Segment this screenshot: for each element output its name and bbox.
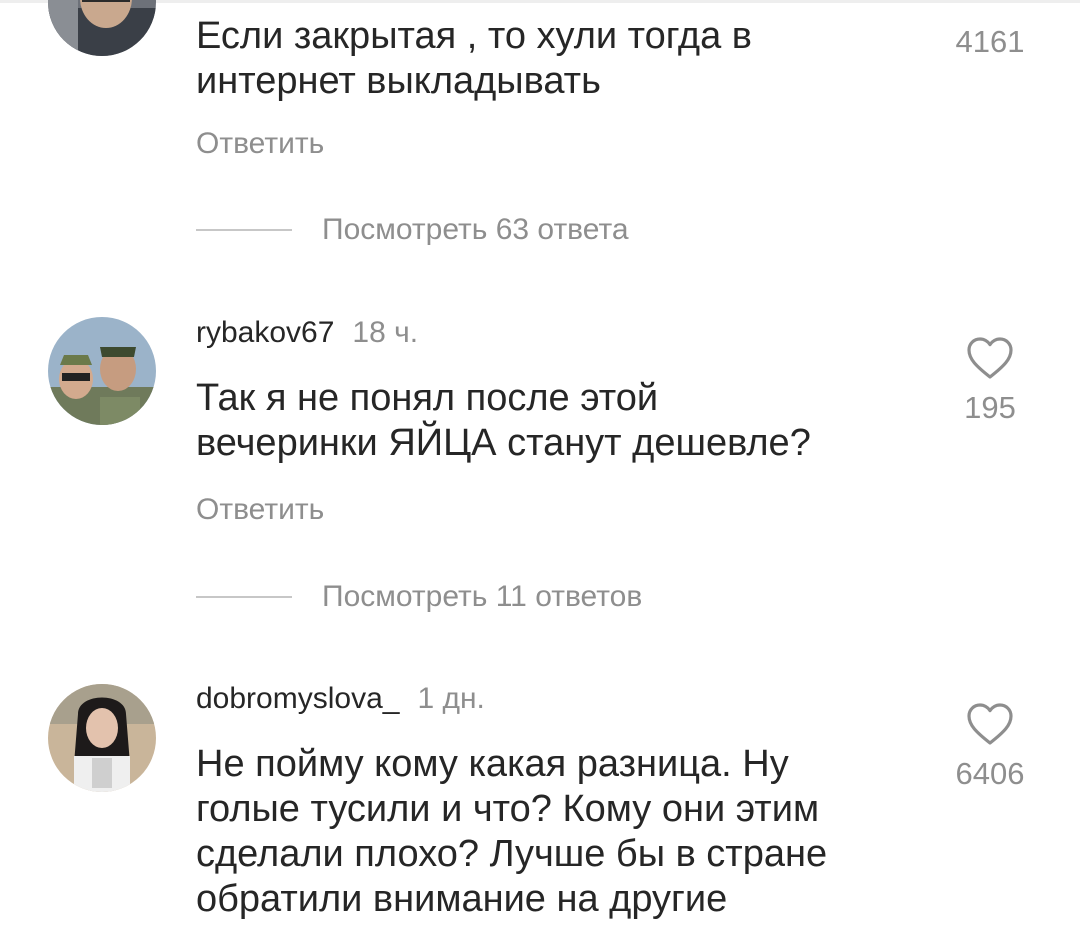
view-replies-button[interactable]: Посмотреть 63 ответа — [196, 210, 629, 250]
like-area: 4161 — [940, 0, 1040, 60]
comment-text: Так я не понял после этой вечеринки ЯЙЦА… — [196, 377, 811, 464]
avatar[interactable] — [48, 0, 156, 56]
heart-outline-icon[interactable] — [965, 336, 1015, 380]
replies-divider-line — [196, 596, 292, 598]
view-replies-label: Посмотреть 63 ответа — [322, 213, 629, 246]
reply-button[interactable]: Ответить — [196, 493, 324, 527]
comment-meta: rybakov67 18 ч. — [196, 316, 418, 350]
comment-text: Если закрытая , то хули тогда в интернет… — [196, 15, 752, 102]
like-count: 6406 — [955, 756, 1025, 791]
comment-meta: dobromyslova_ 1 дн. — [196, 682, 485, 716]
replies-divider-line — [196, 229, 292, 231]
reply-button[interactable]: Ответить — [196, 127, 324, 161]
like-area: 195 — [940, 336, 1040, 426]
view-replies-label: Посмотреть 11 ответов — [322, 580, 643, 613]
like-area: 6406 — [940, 702, 1040, 792]
comment-text: Не пойму кому какая разница. Ну голые ту… — [196, 743, 828, 920]
like-count: 195 — [964, 390, 1016, 425]
timestamp: 1 дн. — [417, 682, 485, 715]
timestamp: 18 ч. — [352, 316, 419, 349]
username[interactable]: rybakov67 — [196, 316, 334, 349]
heart-outline-icon[interactable] — [965, 702, 1015, 746]
top-divider — [0, 0, 1080, 3]
avatar[interactable] — [48, 317, 156, 425]
username[interactable]: dobromyslova_ — [196, 682, 399, 715]
view-replies-button[interactable]: Посмотреть 11 ответов — [196, 577, 642, 617]
avatar[interactable] — [48, 684, 156, 792]
like-count: 4161 — [955, 24, 1025, 59]
